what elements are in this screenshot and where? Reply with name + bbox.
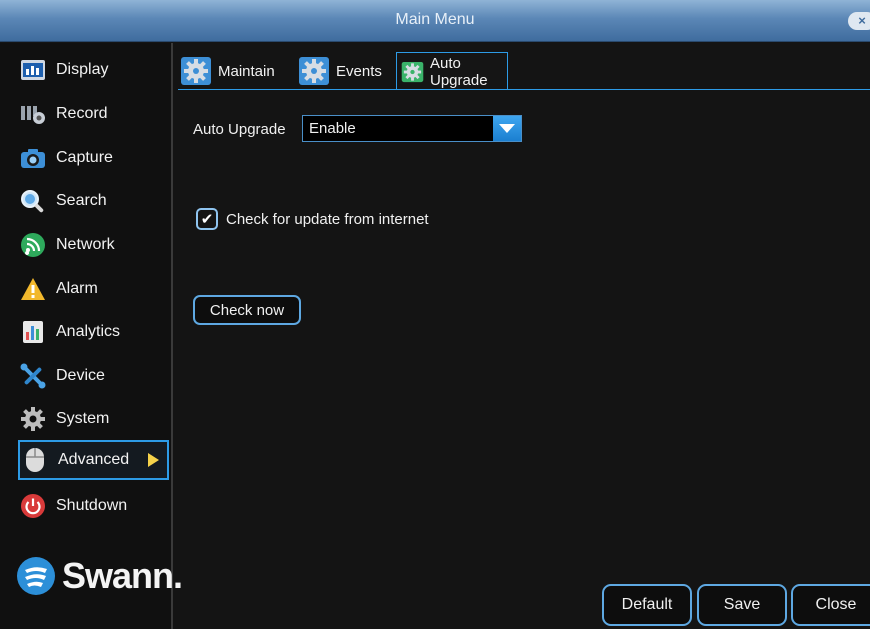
network-icon <box>20 232 46 258</box>
sidebar-item-label: Alarm <box>56 280 98 297</box>
sidebar-item-label: Capture <box>56 149 113 166</box>
main-menu-window: Main Menu × Display Record Capture Searc… <box>0 0 870 629</box>
sidebar-item-label: Advanced <box>58 451 130 468</box>
check-internet-label: Check for update from internet <box>226 210 429 228</box>
sidebar-item-shutdown[interactable]: Shutdown <box>18 486 169 526</box>
sidebar-item-record[interactable]: Record <box>18 94 169 134</box>
sidebar-item-network[interactable]: Network <box>18 225 169 265</box>
sidebar: Display Record Capture Search Network Al… <box>0 43 183 629</box>
sidebar-item-capture[interactable]: Capture <box>18 138 169 178</box>
close-button[interactable]: Close <box>791 584 870 626</box>
search-icon <box>20 188 46 214</box>
sidebar-item-alarm[interactable]: Alarm <box>18 269 169 309</box>
check-internet-row[interactable]: ✔ Check for update from internet <box>196 208 429 230</box>
sidebar-item-label: Network <box>56 236 115 253</box>
swann-logo-text: Swann <box>62 555 174 596</box>
check-now-button[interactable]: Check now <box>193 295 301 325</box>
close-icon[interactable]: × <box>848 12 870 30</box>
sidebar-item-search[interactable]: Search <box>18 181 169 221</box>
record-icon <box>20 101 46 127</box>
swann-logo-dot: . <box>173 555 183 596</box>
active-arrow-icon <box>148 453 159 467</box>
default-button[interactable]: Default <box>602 584 692 626</box>
sidebar-item-system[interactable]: System <box>18 399 169 439</box>
tab-maintain[interactable]: Maintain <box>180 52 275 90</box>
sidebar-item-label: Shutdown <box>56 497 128 514</box>
sidebar-item-analytics[interactable]: Analytics <box>18 312 169 352</box>
mouse-icon <box>22 447 48 473</box>
display-icon <box>20 57 46 83</box>
auto-upgrade-select[interactable]: Enable <box>302 115 522 142</box>
tab-events[interactable]: Events <box>298 52 382 90</box>
check-internet-checkbox[interactable]: ✔ <box>196 208 218 230</box>
device-icon <box>20 363 46 389</box>
sidebar-item-display[interactable]: Display <box>18 50 169 90</box>
chevron-down-icon[interactable] <box>493 116 521 141</box>
auto-upgrade-label: Auto Upgrade <box>193 121 286 138</box>
analytics-icon <box>20 319 46 345</box>
save-button[interactable]: Save <box>697 584 787 626</box>
swann-logo: Swann . <box>16 555 183 597</box>
maintain-tab-icon <box>181 57 211 85</box>
tab-auto-upgrade[interactable]: Auto Upgrade <box>396 52 508 90</box>
auto-upgrade-tab-icon <box>401 61 424 82</box>
tab-label: Events <box>336 62 382 80</box>
sidebar-item-label: Display <box>56 61 109 78</box>
sidebar-item-label: Search <box>56 192 107 209</box>
sidebar-item-label: Analytics <box>56 323 121 340</box>
events-tab-icon <box>299 57 329 85</box>
sidebar-item-label: Record <box>56 105 108 122</box>
swann-logo-mark-icon <box>17 557 55 595</box>
sidebar-item-label: System <box>56 410 110 427</box>
sidebar-item-advanced[interactable]: Advanced <box>18 440 169 480</box>
auto-upgrade-value: Enable <box>309 120 356 137</box>
checkmark-icon: ✔ <box>200 210 214 228</box>
sidebar-item-device[interactable]: Device <box>18 356 169 396</box>
title-bar: Main Menu × <box>0 0 870 42</box>
power-icon <box>20 493 46 519</box>
tab-label: Auto Upgrade <box>430 54 488 89</box>
window-title: Main Menu <box>395 11 475 28</box>
camera-icon <box>20 145 46 171</box>
gear-icon <box>20 406 46 432</box>
alarm-icon <box>20 276 46 302</box>
tab-underline <box>178 89 870 90</box>
tab-label: Maintain <box>218 62 275 80</box>
sidebar-item-label: Device <box>56 367 105 384</box>
